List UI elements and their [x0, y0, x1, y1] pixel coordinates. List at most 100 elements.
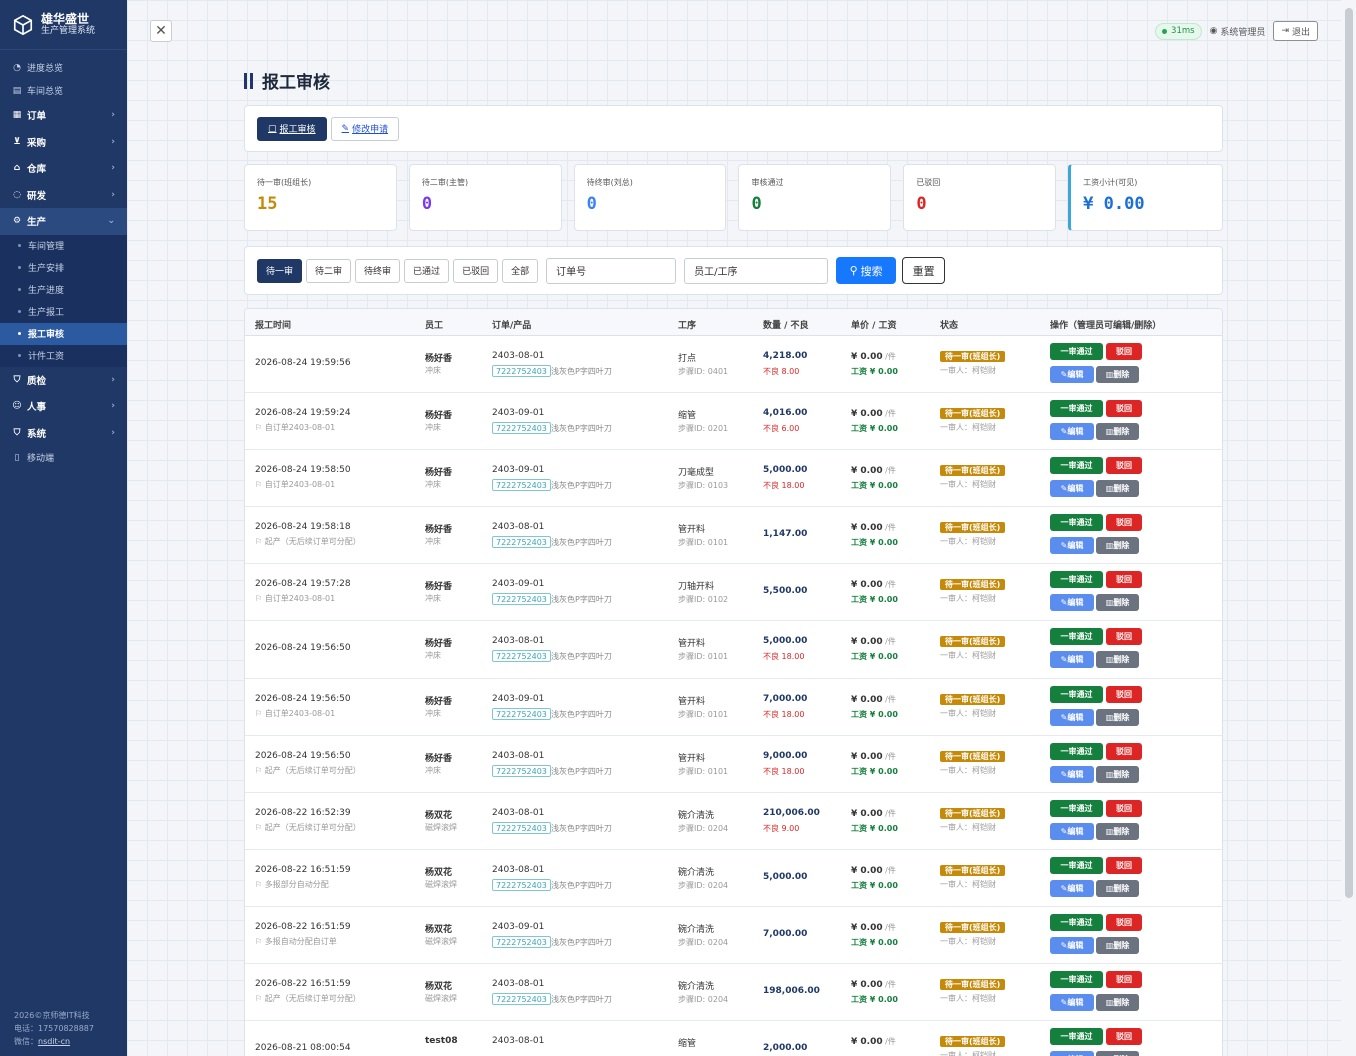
search-button[interactable]: ⚲ 搜索: [836, 257, 897, 284]
first-approve-button[interactable]: 一审通过: [1050, 685, 1103, 703]
unit-price: ¥ 0.00 /件: [851, 1036, 896, 1047]
sidebar-item-production-schedule[interactable]: 生产安排: [0, 257, 127, 279]
nav-quality[interactable]: ⛉ 质检 ›: [0, 367, 127, 394]
edit-button[interactable]: ✎ 编辑: [1050, 651, 1094, 669]
delete-button[interactable]: ▥ 删除: [1096, 765, 1139, 783]
sidebar-item-production-report[interactable]: 生产报工: [0, 301, 127, 323]
tab-report-review[interactable]: ▢ 报工审核: [257, 116, 327, 141]
table-row: 2026-08-24 19:59:24 ⚐ 自订单2403-08-01 杨好香 冲床 2…: [245, 393, 1222, 451]
logout-button[interactable]: ⇥ 退出: [1273, 21, 1318, 41]
reject-button[interactable]: 驳回: [1106, 685, 1142, 703]
first-approve-button[interactable]: 一审通过: [1050, 343, 1103, 360]
reject-button[interactable]: 驳回: [1106, 343, 1142, 360]
reject-button[interactable]: 驳回: [1106, 971, 1142, 989]
nav-orders[interactable]: ▦ 订单 ›: [0, 102, 127, 129]
delete-button[interactable]: ▥ 删除: [1096, 366, 1139, 383]
status-dot-icon: [1162, 28, 1168, 34]
stat-value: 0: [916, 194, 927, 214]
order-search-input[interactable]: 订单号: [546, 257, 677, 284]
edit-button[interactable]: ✎ 编辑: [1050, 822, 1094, 840]
first-approve-button[interactable]: 一审通过: [1050, 856, 1103, 874]
tab-edit-request[interactable]: ✎ 修改申请: [330, 116, 400, 141]
filter-button[interactable]: 待一审: [257, 258, 303, 283]
close-button[interactable]: ✕: [150, 20, 172, 42]
reject-button[interactable]: 驳回: [1106, 514, 1142, 532]
delete-button[interactable]: ▥ 删除: [1096, 708, 1139, 726]
nav-mobile[interactable]: ▯ 移动端: [0, 446, 127, 469]
first-approve-button[interactable]: 一审通过: [1050, 799, 1103, 817]
filter-button[interactable]: 待终审: [355, 258, 401, 283]
first-approve-button[interactable]: 一审通过: [1050, 457, 1103, 475]
sidebar-item-workshop-management[interactable]: 车间管理: [0, 235, 127, 257]
first-approve-button[interactable]: 一审通过: [1050, 971, 1103, 989]
reject-button[interactable]: 驳回: [1106, 457, 1142, 475]
delete-button[interactable]: ▥ 删除: [1096, 423, 1139, 441]
filter-button[interactable]: 待二审: [306, 258, 352, 283]
column-header: 订单/产品: [492, 321, 532, 331]
sidebar-item-production-progress[interactable]: 生产进度: [0, 279, 127, 301]
edit-button[interactable]: ✎ 编辑: [1050, 423, 1094, 441]
first-approve-button[interactable]: 一审通过: [1050, 628, 1103, 646]
nav-rnd[interactable]: ◌ 研发 ›: [0, 182, 127, 209]
step-value: 0204: [707, 823, 729, 833]
delete-button[interactable]: ▥ 删除: [1096, 480, 1139, 498]
reject-button[interactable]: 驳回: [1106, 628, 1142, 646]
edit-button[interactable]: ✎ 编辑: [1050, 708, 1094, 726]
delete-button[interactable]: ▥ 删除: [1096, 537, 1139, 555]
first-approve-button[interactable]: 一审通过: [1050, 1028, 1103, 1046]
filter-button[interactable]: 已通过: [404, 258, 450, 283]
wage-value: ¥ 0.00: [869, 595, 898, 605]
nav-purchase[interactable]: ⊻ 采购 ›: [0, 129, 127, 156]
edit-button[interactable]: ✎ 编辑: [1050, 765, 1094, 783]
edit-button[interactable]: ✎ 编辑: [1050, 994, 1094, 1012]
first-approve-button[interactable]: 一审通过: [1050, 742, 1103, 760]
nav-hr[interactable]: ☺ 人事 ›: [0, 393, 127, 420]
sidebar-item-piece-wage[interactable]: 计件工资: [0, 345, 127, 367]
first-approve-button[interactable]: 一审通过: [1050, 400, 1103, 418]
delete-button[interactable]: ▥ 删除: [1096, 936, 1139, 954]
reject-button[interactable]: 驳回: [1106, 913, 1142, 931]
filter-button[interactable]: 已驳回: [453, 258, 499, 283]
edit-button[interactable]: ✎ 编辑: [1050, 537, 1094, 555]
worker-search-input[interactable]: 员工/工序: [684, 257, 829, 284]
edit-button[interactable]: ✎ 编辑: [1050, 480, 1094, 498]
price-value: ¥ 0.00: [851, 808, 883, 819]
table-row: 2026-08-24 19:57:28 ⚐ 自订单2403-08-01 杨好香 冲床 2…: [245, 564, 1222, 622]
reset-button[interactable]: 重置: [902, 257, 946, 284]
delete-button[interactable]: ▥ 删除: [1096, 879, 1139, 897]
price-unit: /件: [882, 523, 896, 533]
report-time: 2026-08-21 08:00:54: [255, 1043, 351, 1054]
nav-system[interactable]: ⛉ 系统 ›: [0, 420, 127, 447]
reject-button[interactable]: 驳回: [1106, 856, 1142, 874]
reject-button[interactable]: 驳回: [1106, 742, 1142, 760]
sidebar-item-report-review[interactable]: 报工审核: [0, 322, 127, 345]
edit-button[interactable]: ✎ 编辑: [1050, 594, 1094, 612]
flag-icon: ⚐: [255, 765, 265, 775]
wechat-link[interactable]: nsdit-cn: [38, 1037, 70, 1046]
first-approve-button[interactable]: 一审通过: [1050, 514, 1103, 532]
nav-production[interactable]: ⚙ 生产 ⌄: [0, 208, 127, 235]
delete-button[interactable]: ▥ 删除: [1096, 594, 1139, 612]
nav-warehouse[interactable]: ⌂ 仓库 ›: [0, 155, 127, 182]
delete-button[interactable]: ▥ 删除: [1096, 1051, 1139, 1056]
first-approve-button[interactable]: 一审通过: [1050, 913, 1103, 931]
edit-button[interactable]: ✎ 编辑: [1050, 366, 1094, 383]
delete-button[interactable]: ▥ 删除: [1096, 994, 1139, 1012]
scrollbar[interactable]: [1345, 8, 1353, 898]
reject-button[interactable]: 驳回: [1106, 1028, 1142, 1046]
reject-button[interactable]: 驳回: [1106, 799, 1142, 817]
current-user[interactable]: ◉ 系统管理员: [1210, 25, 1266, 38]
edit-button[interactable]: ✎ 编辑: [1050, 1051, 1094, 1056]
filter-button[interactable]: 全部: [502, 258, 539, 283]
reject-button[interactable]: 驳回: [1106, 571, 1142, 589]
nav-progress-overview[interactable]: ◔ 进度总览: [0, 56, 127, 79]
delete-button[interactable]: ▥ 删除: [1096, 651, 1139, 669]
edit-button[interactable]: ✎ 编辑: [1050, 879, 1094, 897]
edit-button[interactable]: ✎ 编辑: [1050, 936, 1094, 954]
delete-button[interactable]: ▥ 删除: [1096, 822, 1139, 840]
first-approve-button[interactable]: 一审通过: [1050, 571, 1103, 589]
wage-value: ¥ 0.00: [869, 481, 898, 491]
quantity: 210,006.00: [763, 807, 820, 818]
nav-workshop-overview[interactable]: ▤ 车间总览: [0, 79, 127, 102]
reject-button[interactable]: 驳回: [1106, 400, 1142, 418]
